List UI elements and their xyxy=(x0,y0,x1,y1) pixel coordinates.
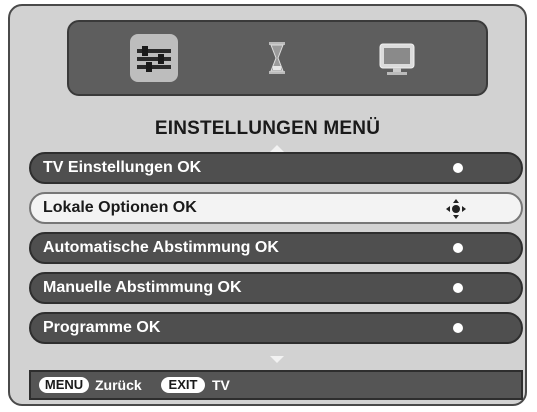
menu-key-badge[interactable]: MENU xyxy=(39,377,89,393)
exit-key-action: TV xyxy=(212,377,230,393)
menu-item-tv-einstellungen[interactable]: TV Einstellungen OK xyxy=(29,152,523,184)
top-icon-bar xyxy=(67,20,488,96)
menu-title: EINSTELLUNGEN MENÜ xyxy=(154,118,381,139)
osd-frame: EINSTELLUNGEN MENÜ TV Einstellungen OK L… xyxy=(8,4,527,406)
exit-key-badge[interactable]: EXIT xyxy=(161,377,205,393)
menu-item-manuelle-abstimmung[interactable]: Manuelle Abstimmung OK xyxy=(29,272,523,304)
menu-item-label: Automatische Abstimmung OK xyxy=(43,239,279,256)
enter-indicator-icon xyxy=(453,323,463,333)
display-tab[interactable] xyxy=(373,34,421,82)
timer-tab[interactable] xyxy=(253,34,301,82)
scroll-down-arrow-icon[interactable] xyxy=(270,356,284,363)
enter-indicator-icon xyxy=(453,283,463,293)
navigate-arrows-icon xyxy=(446,199,466,219)
enter-indicator-icon xyxy=(453,163,463,173)
settings-sliders-icon xyxy=(137,46,171,72)
hourglass-icon xyxy=(269,42,285,74)
menu-key-action: Zurück xyxy=(95,377,142,393)
menu-item-label: Lokale Optionen OK xyxy=(43,199,197,216)
menu-item-lokale-optionen[interactable]: Lokale Optionen OK xyxy=(29,192,523,224)
scroll-up-arrow-icon[interactable] xyxy=(270,145,284,152)
menu-item-label: TV Einstellungen OK xyxy=(43,159,202,176)
key-hint-bar: MENU Zurück EXIT TV xyxy=(29,370,523,400)
menu-item-programme[interactable]: Programme OK xyxy=(29,312,523,344)
menu-item-label: Manuelle Abstimmung OK xyxy=(43,279,242,296)
menu-item-label: Programme OK xyxy=(43,319,161,336)
settings-tab[interactable] xyxy=(130,34,178,82)
menu-item-automatische-abstimmung[interactable]: Automatische Abstimmung OK xyxy=(29,232,523,264)
enter-indicator-icon xyxy=(453,243,463,253)
monitor-icon xyxy=(379,43,415,75)
